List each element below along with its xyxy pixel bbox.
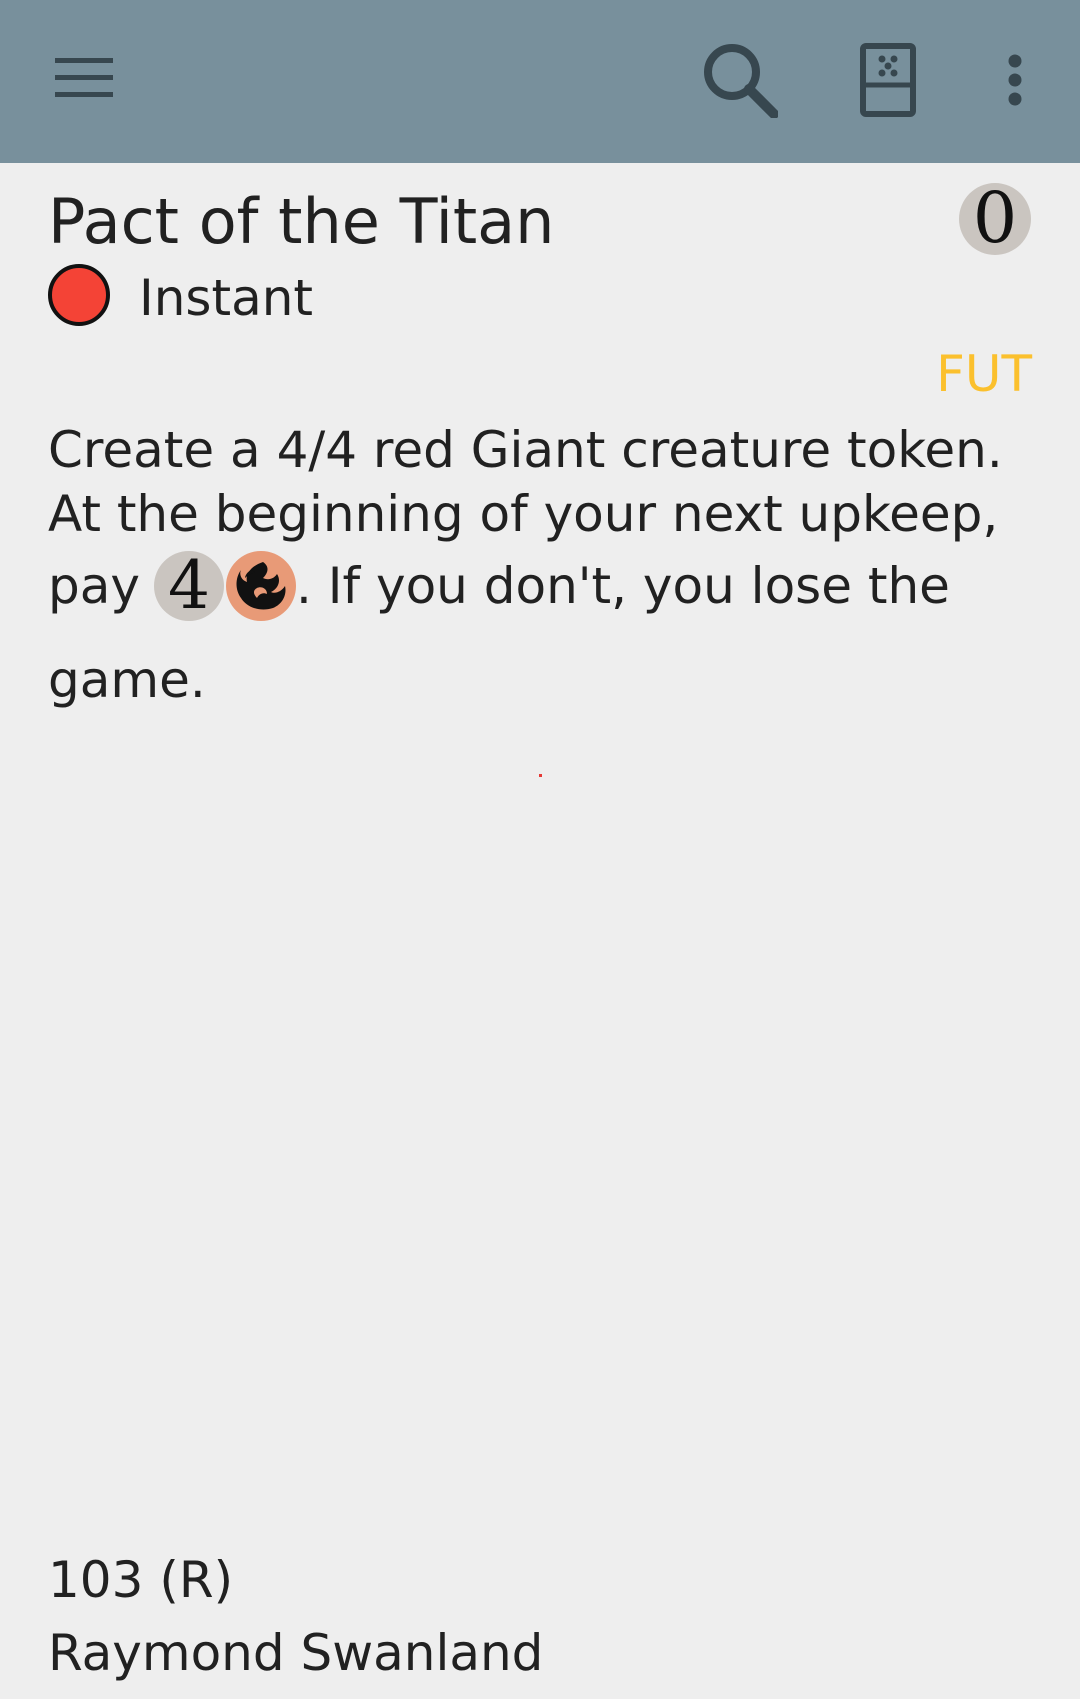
search-button[interactable] — [690, 30, 790, 130]
decorative-dot — [539, 774, 542, 777]
rules-text-fragment: pay — [48, 557, 140, 615]
rules-text-line: game. — [48, 651, 206, 709]
deck-icon — [860, 43, 916, 117]
app-toolbar — [0, 0, 1080, 163]
rules-text-line: pay 4 . If you don't, you lose the — [48, 544, 1038, 628]
hamburger-menu-icon — [55, 58, 113, 97]
artist-name: Raymond Swanland — [48, 1624, 544, 1682]
collector-number: 103 (R) — [48, 1551, 234, 1609]
generic-mana-symbol: 4 — [153, 547, 224, 624]
rules-text-line: Create a 4/4 red Giant creature token. — [48, 421, 1003, 479]
search-icon — [704, 44, 778, 118]
type-line: Instant — [139, 269, 314, 327]
mana-cost-symbol: 0 — [959, 177, 1031, 259]
rules-text-line: At the beginning of your next upkeep, — [48, 485, 999, 543]
color-indicator — [48, 264, 110, 326]
more-vert-icon — [1008, 54, 1022, 106]
red-mana-icon — [225, 551, 296, 621]
rules-text-fragment: . If you don't, you lose the — [295, 557, 950, 615]
menu-button[interactable] — [38, 38, 130, 118]
mana-cost-value: 0 — [972, 177, 1018, 259]
deck-button[interactable] — [838, 30, 938, 130]
card-name: Pact of the Titan — [48, 185, 555, 258]
generic-mana-value: 4 — [167, 547, 210, 624]
more-options-button[interactable] — [975, 30, 1055, 130]
rules-text: Create a 4/4 red Giant creature token. A… — [48, 420, 1038, 710]
set-code[interactable]: FUT — [936, 344, 1032, 404]
